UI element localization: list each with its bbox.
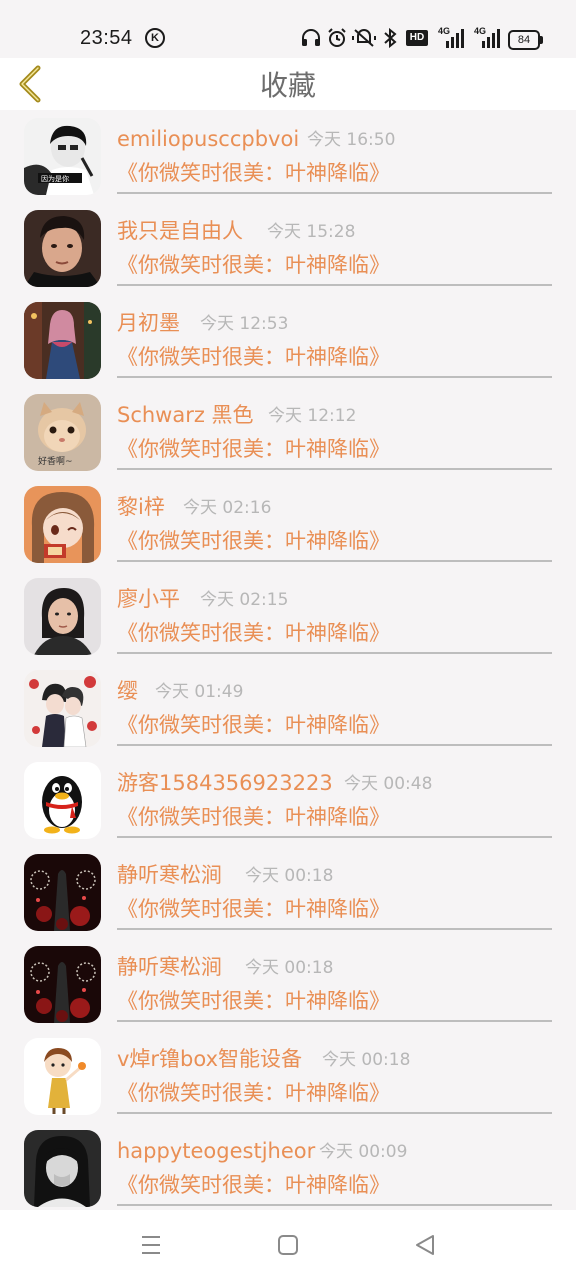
avatar[interactable] [24,210,101,287]
status-bar: 23:54 K HD 4G 4G 84 [0,0,576,58]
menu-icon [142,1236,160,1254]
divider [117,560,552,562]
book-title[interactable]: 《你微笑时很美：叶神降临》 [117,251,390,279]
list-item[interactable]: 我只是自由人 今天 15:28 《你微笑时很美：叶神降临》 [0,202,576,294]
list-item[interactable]: v焯r镥box智能设备 今天 00:18 《你微笑时很美：叶神降临》 [0,1030,576,1122]
book-title[interactable]: 《你微笑时很美：叶神降临》 [117,1171,390,1199]
avatar[interactable] [24,302,101,379]
book-title[interactable]: 《你微笑时很美：叶神降临》 [117,159,390,187]
list-item[interactable]: 黎i梓 今天 02:16 《你微笑时很美：叶神降临》 [0,478,576,570]
headphones-icon [300,26,322,50]
avatar[interactable] [24,486,101,563]
list-item[interactable]: 游客1584356923223 今天 00:48 《你微笑时很美：叶神降临》 [0,754,576,846]
favorites-list: 因为是你 emiliopusccpbvoi 今天 16:50 《你微笑时很美：叶… [0,110,576,1214]
list-item[interactable]: 月初墨 今天 12:53 《你微笑时很美：叶神降临》 [0,294,576,386]
user-name[interactable]: happyteogestjheor [117,1137,315,1165]
square-home-icon [278,1235,298,1255]
svg-text:好香啊~: 好香啊~ [38,455,73,467]
user-name[interactable]: 黎i梓 [117,493,165,521]
status-time: 23:54 [80,27,133,49]
user-name[interactable]: Schwarz 黑色 [117,401,254,429]
timestamp: 今天 15:28 [267,222,356,242]
avatar[interactable] [24,1038,101,1115]
book-title[interactable]: 《你微笑时很美：叶神降临》 [117,1079,390,1107]
user-name[interactable]: emiliopusccpbvoi [117,125,299,153]
k-app-icon: K [145,28,165,48]
book-title[interactable]: 《你微笑时很美：叶神降临》 [117,343,390,371]
timestamp: 今天 00:18 [245,866,334,886]
user-name[interactable]: v焯r镥box智能设备 [117,1045,302,1073]
timestamp: 今天 01:49 [155,682,244,702]
book-title[interactable]: 《你微笑时很美：叶神降临》 [117,527,390,555]
home-button[interactable] [273,1230,303,1260]
list-item[interactable]: 静听寒松涧 今天 00:18 《你微笑时很美：叶神降临》 [0,938,576,1030]
menu-button[interactable] [136,1230,166,1260]
list-item[interactable]: happyteogestjheor 今天 00:09 《你微笑时很美：叶神降临》 [0,1122,576,1214]
user-name[interactable]: 静听寒松涧 [117,953,222,981]
divider [117,928,552,930]
avatar[interactable] [24,578,101,655]
book-title[interactable]: 《你微笑时很美：叶神降临》 [117,987,390,1015]
avatar[interactable]: 因为是你 [24,118,101,195]
timestamp: 今天 00:48 [344,774,433,794]
list-item[interactable]: 廖小平 今天 02:15 《你微笑时很美：叶神降临》 [0,570,576,662]
timestamp: 今天 12:53 [200,314,289,334]
hd-voice-icon: HD [406,30,428,46]
book-title[interactable]: 《你微笑时很美：叶神降临》 [117,895,390,923]
nav-back-button[interactable] [410,1230,440,1260]
divider [117,652,552,654]
list-item[interactable]: 缨 今天 01:49 《你微笑时很美：叶神降临》 [0,662,576,754]
divider [117,744,552,746]
app-header: 收藏 [0,58,576,110]
avatar[interactable] [24,762,101,839]
book-title[interactable]: 《你微笑时很美：叶神降临》 [117,619,390,647]
book-title[interactable]: 《你微笑时很美：叶神降临》 [117,711,390,739]
divider [117,836,552,838]
divider [117,376,552,378]
divider [117,1020,552,1022]
timestamp: 今天 02:15 [200,590,289,610]
divider [117,1204,552,1206]
alarm-icon [326,26,348,50]
user-name[interactable]: 缨 [117,677,138,705]
divider [117,284,552,286]
user-name[interactable]: 我只是自由人 [117,217,243,245]
user-name[interactable]: 静听寒松涧 [117,861,222,889]
list-item[interactable]: 好香啊~ Schwarz 黑色 今天 12:12 《你微笑时很美：叶神降临》 [0,386,576,478]
avatar[interactable]: 好香啊~ [24,394,101,471]
page-title: 收藏 [259,69,316,102]
timestamp: 今天 00:18 [322,1050,411,1070]
timestamp: 今天 00:09 [319,1142,408,1162]
bluetooth-icon [382,26,398,50]
timestamp: 今天 16:50 [307,130,396,150]
avatar[interactable] [24,854,101,931]
user-name[interactable]: 廖小平 [117,585,180,613]
signal-icon-2: 4G [474,26,502,48]
mute-vibrate-icon [352,26,376,50]
divider [117,1112,552,1114]
book-title[interactable]: 《你微笑时很美：叶神降临》 [117,803,390,831]
avatar[interactable] [24,670,101,747]
timestamp: 今天 12:12 [268,406,357,426]
svg-text:因为是你: 因为是你 [41,174,69,183]
list-item[interactable]: 静听寒松涧 今天 00:18 《你微笑时很美：叶神降临》 [0,846,576,938]
battery-icon: 84 [508,30,543,50]
system-nav-bar [0,1210,576,1280]
book-title[interactable]: 《你微笑时很美：叶神降临》 [117,435,390,463]
timestamp: 今天 02:16 [183,498,272,518]
user-name[interactable]: 月初墨 [117,309,180,337]
avatar[interactable] [24,1130,101,1207]
avatar[interactable] [24,946,101,1023]
user-name[interactable]: 游客1584356923223 [117,769,333,797]
divider [117,468,552,470]
divider [117,192,552,194]
signal-icon-1: 4G [438,26,466,48]
list-item[interactable]: 因为是你 emiliopusccpbvoi 今天 16:50 《你微笑时很美：叶… [0,110,576,202]
timestamp: 今天 00:18 [245,958,334,978]
triangle-back-icon [416,1235,434,1255]
